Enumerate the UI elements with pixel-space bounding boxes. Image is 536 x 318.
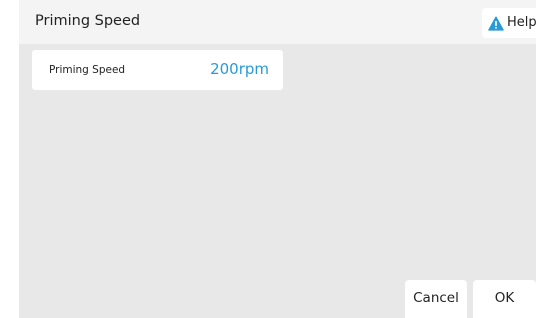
dialog-header: Priming Speed Help xyxy=(19,0,536,44)
priming-speed-dialog: Priming Speed Help Priming Speed 200rpm … xyxy=(19,0,536,318)
help-label: Help xyxy=(507,15,536,30)
priming-speed-value: 200rpm xyxy=(210,60,269,78)
dialog-title: Priming Speed xyxy=(35,13,141,29)
ok-button[interactable]: OK xyxy=(473,280,536,318)
help-button[interactable]: Help xyxy=(482,8,536,38)
priming-speed-label: Priming Speed xyxy=(49,64,126,76)
warning-triangle-icon xyxy=(488,16,504,31)
cancel-button[interactable]: Cancel xyxy=(405,280,467,318)
priming-speed-setting-row[interactable]: Priming Speed 200rpm xyxy=(32,50,283,90)
